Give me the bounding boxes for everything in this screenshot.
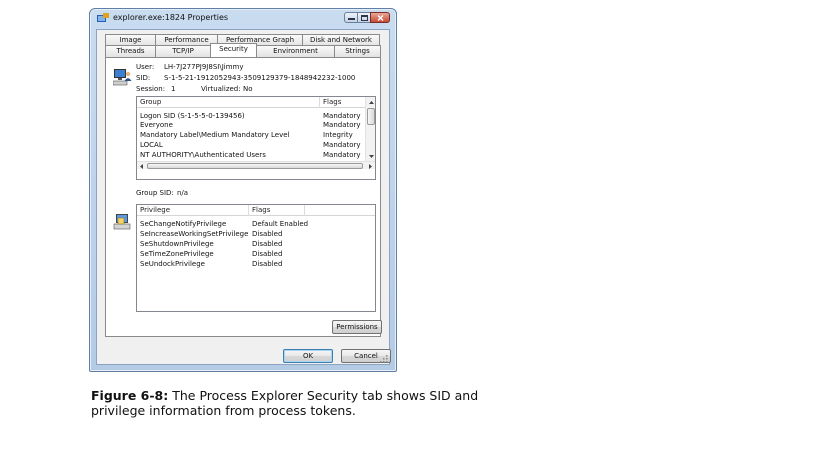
dialog-client-area: Image Performance Performance Graph Disk… — [96, 29, 391, 365]
virtualized-value: No — [243, 85, 253, 93]
caption-buttons — [344, 12, 390, 23]
flags-column-header[interactable]: Flags — [320, 97, 366, 108]
group-row-3[interactable]: LOCAL — [140, 141, 163, 150]
tab-threads[interactable]: Threads — [105, 45, 156, 57]
group-sid-label: Group SID: — [136, 189, 174, 197]
group-vertical-scrollbar[interactable] — [365, 97, 375, 161]
ok-button[interactable]: OK — [283, 349, 333, 363]
size-grip-icon[interactable] — [380, 355, 388, 363]
sid-label: SID: — [136, 74, 151, 82]
group-row-0-flags: Mandatory — [323, 112, 361, 120]
group-sid-value: n/a — [177, 189, 189, 197]
app-icon — [97, 13, 109, 22]
tab-row-front: Threads TCP/IP Security Environment Stri… — [105, 43, 381, 57]
group-row-4-flags: Mandatory — [323, 151, 361, 159]
scroll-up-icon — [368, 100, 374, 104]
user-value: LH-7J277PJ9J8SI\Jimmy — [164, 63, 244, 71]
privilege-column-header[interactable]: Privilege — [137, 205, 249, 216]
group-list-header: Group Flags — [137, 97, 366, 108]
group-hscroll-thumb[interactable] — [147, 163, 363, 169]
figure-label: Figure 6-8: — [91, 388, 169, 403]
group-row-2[interactable]: Mandatory Label\Medium Mandatory Level — [140, 131, 289, 140]
privilege-list[interactable]: Privilege Flags SeChangeNotifyPrivilege … — [136, 204, 376, 312]
group-list[interactable]: Group Flags Logon SID (S-1-5-5-0-139456)… — [136, 96, 376, 180]
title-bar[interactable]: explorer.exe:1824 Properties — [90, 9, 396, 29]
scroll-down-icon — [368, 154, 374, 158]
privilege-row-2[interactable]: SeShutdownPrivilege — [140, 240, 214, 249]
user-computer-icon — [113, 69, 132, 86]
window-title: explorer.exe:1824 Properties — [113, 13, 229, 22]
group-vscroll-thumb[interactable] — [367, 108, 375, 125]
close-icon — [377, 14, 383, 21]
figure-caption: Figure 6-8: The Process Explorer Securit… — [91, 388, 491, 418]
security-tab-panel: User: LH-7J277PJ9J8SI\Jimmy SID: S-1-5-2… — [105, 57, 382, 337]
user-label: User: — [136, 63, 155, 71]
group-row-4[interactable]: NT AUTHORITY\Authenticated Users — [140, 151, 266, 160]
privilege-row-0[interactable]: SeChangeNotifyPrivilege — [140, 220, 226, 229]
privilege-row-1-flags: Disabled — [252, 230, 283, 238]
privilege-row-2-flags: Disabled — [252, 240, 283, 248]
maximize-icon — [360, 14, 368, 21]
properties-window: explorer.exe:1824 Properties Image Perfo… — [89, 8, 397, 372]
minimize-button[interactable] — [344, 12, 358, 23]
virtualized-label: Virtualized: — [201, 85, 241, 93]
scroll-left-icon — [140, 164, 143, 169]
scroll-up-button[interactable] — [366, 97, 376, 107]
group-column-header[interactable]: Group — [137, 97, 320, 108]
privilege-row-4-flags: Disabled — [252, 260, 283, 268]
tab-tcpip[interactable]: TCP/IP — [155, 45, 211, 57]
tab-environment[interactable]: Environment — [256, 45, 335, 57]
privilege-flags-column-header[interactable]: Flags — [249, 205, 305, 216]
privilege-row-1[interactable]: SeIncreaseWorkingSetPrivilege — [140, 230, 248, 239]
maximize-button[interactable] — [357, 12, 371, 23]
permissions-button[interactable]: Permissions — [332, 320, 382, 334]
group-row-0[interactable]: Logon SID (S-1-5-5-0-139456) — [140, 112, 245, 121]
close-button[interactable] — [370, 12, 390, 23]
minimize-icon — [347, 18, 355, 20]
tab-strings[interactable]: Strings — [334, 45, 381, 57]
group-horizontal-scrollbar[interactable] — [137, 161, 375, 169]
session-value: 1 — [171, 85, 176, 93]
group-row-1[interactable]: Everyone — [140, 121, 173, 130]
privilege-list-header: Privilege Flags — [137, 205, 375, 216]
privilege-computer-icon — [113, 214, 131, 230]
group-row-1-flags: Mandatory — [323, 121, 361, 129]
privilege-row-3-flags: Disabled — [252, 250, 283, 258]
privilege-row-4[interactable]: SeUndockPrivilege — [140, 260, 205, 269]
session-label: Session: — [136, 85, 166, 93]
group-row-3-flags: Mandatory — [323, 141, 361, 149]
tab-security[interactable]: Security — [210, 43, 257, 57]
scroll-down-button[interactable] — [366, 151, 376, 161]
privilege-row-3[interactable]: SeTimeZonePrivilege — [140, 250, 214, 259]
privilege-row-0-flags: Default Enabled — [252, 220, 309, 228]
scroll-right-icon — [369, 164, 372, 169]
sid-value: S-1-5-21-1912052943-3509129379-184894223… — [164, 74, 356, 82]
group-row-2-flags: Integrity — [323, 131, 353, 139]
